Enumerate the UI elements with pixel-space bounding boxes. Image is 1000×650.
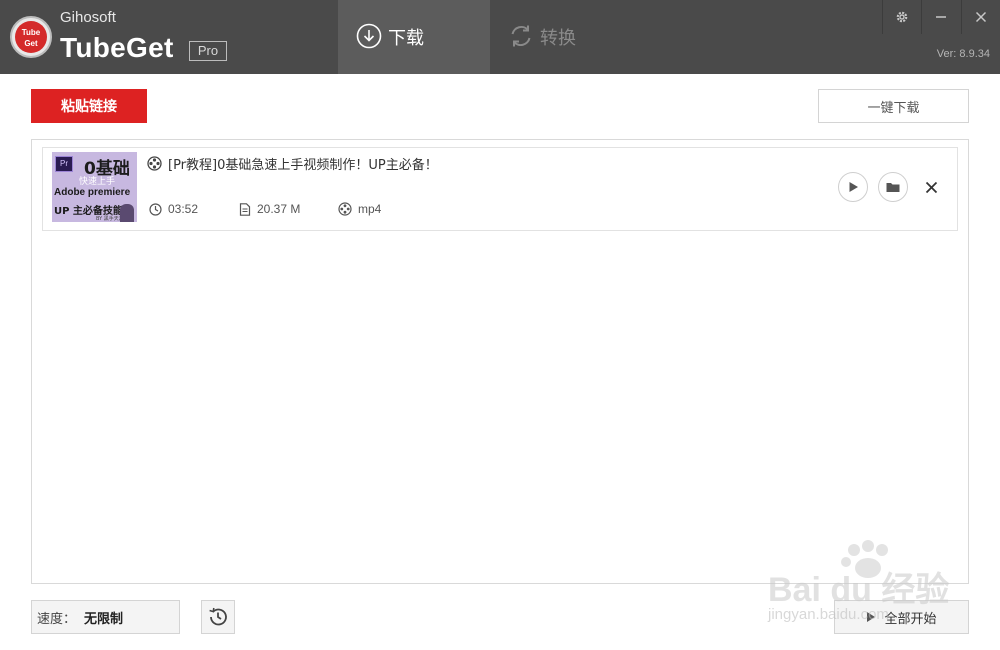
- vendor-name: Gihosoft: [60, 9, 116, 26]
- history-clock-icon: [209, 607, 227, 626]
- tab-download-label: 下载: [388, 28, 424, 49]
- film-reel-icon: [338, 202, 352, 216]
- remove-item-button[interactable]: [919, 175, 943, 199]
- duration-meta: 03:52: [149, 202, 198, 216]
- file-format: mp4: [358, 202, 382, 216]
- settings-button[interactable]: [882, 0, 920, 34]
- app-logo-icon: Tube Get: [10, 16, 52, 58]
- play-icon: [849, 182, 858, 192]
- speed-label: 速度：: [37, 611, 77, 627]
- logo-text-bottom: Get: [24, 39, 38, 48]
- play-icon: [867, 612, 876, 622]
- minimize-button[interactable]: [921, 0, 959, 34]
- download-item[interactable]: Pr 0基础 快速上手 Adobe premiere UP 主必备技能 BY 黑…: [42, 147, 958, 231]
- speed-value: 无限制: [84, 611, 124, 627]
- open-folder-button[interactable]: [878, 172, 908, 202]
- minimize-icon: [935, 16, 946, 18]
- convert-cycle-icon: [511, 25, 531, 47]
- start-all-label: 全部开始: [884, 611, 937, 627]
- tab-download[interactable]: 下载: [338, 0, 490, 74]
- edition-badge: Pro: [189, 41, 227, 61]
- thumb-subline: 快速上手: [79, 177, 116, 187]
- thumb-line2: Adobe premiere: [54, 187, 131, 198]
- film-reel-icon: [147, 156, 162, 171]
- download-circle-icon: [356, 23, 382, 49]
- clock-icon: [149, 202, 162, 216]
- one-click-download-button[interactable]: 一键下载: [818, 89, 969, 123]
- video-duration: 03:52: [168, 202, 199, 216]
- title-bar: Tube Get Gihosoft TubeGet Pro 下载 转换 Ver:…: [0, 0, 1000, 74]
- speed-limit-selector[interactable]: 速度： 无限制: [31, 600, 180, 634]
- close-icon: [975, 11, 986, 23]
- tab-convert[interactable]: 转换: [490, 0, 642, 74]
- history-button[interactable]: [201, 600, 235, 634]
- download-list: Pr 0基础 快速上手 Adobe premiere UP 主必备技能 BY 黑…: [31, 139, 969, 584]
- close-button[interactable]: [961, 0, 999, 34]
- gear-icon: [896, 11, 907, 23]
- start-all-button[interactable]: 全部开始: [834, 600, 969, 634]
- folder-icon: [886, 183, 900, 192]
- paste-link-button[interactable]: 粘贴链接: [31, 89, 147, 123]
- tab-convert-label: 转换: [540, 28, 576, 49]
- file-size: 20.37 M: [257, 202, 301, 216]
- format-meta: mp4: [338, 202, 381, 216]
- video-title: [Pr教程]0基础急速上手视频制作！UP主必备！: [168, 158, 438, 173]
- file-icon: [239, 202, 251, 216]
- size-meta: 20.37 M: [239, 202, 300, 216]
- thumb-figure-icon: [120, 204, 134, 222]
- close-icon: [925, 181, 937, 193]
- app-name: TubeGet: [60, 32, 174, 63]
- premiere-logo-icon: Pr: [55, 156, 73, 172]
- version-label: Ver: 8.9.34: [936, 48, 990, 60]
- play-button[interactable]: [838, 172, 868, 202]
- item-title-row: [Pr教程]0基础急速上手视频制作！UP主必备！: [147, 154, 438, 173]
- video-thumbnail: Pr 0基础 快速上手 Adobe premiere UP 主必备技能 BY 黑…: [52, 152, 137, 222]
- logo-text-top: Tube: [21, 28, 41, 37]
